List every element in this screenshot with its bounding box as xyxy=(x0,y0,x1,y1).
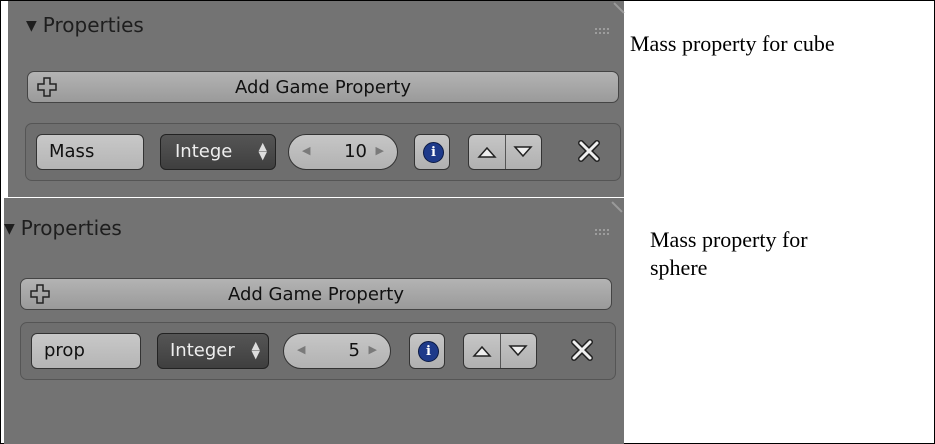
property-name-field[interactable]: prop xyxy=(31,333,141,369)
move-up-icon[interactable] xyxy=(472,344,492,358)
remove-property-icon[interactable] xyxy=(576,138,602,164)
game-property-row: prop Integer ▲ ▼ ◀ 5 ▶ i xyxy=(20,322,616,380)
remove-property-icon[interactable] xyxy=(569,337,595,363)
annotation-cube: Mass property for cube xyxy=(630,31,835,56)
property-value: 5 xyxy=(348,340,360,361)
debug-info-button[interactable]: i xyxy=(409,333,445,369)
add-game-property-button[interactable]: Add Game Property xyxy=(27,71,619,103)
info-icon: i xyxy=(418,341,439,362)
debug-info-button[interactable]: i xyxy=(414,134,450,170)
annotation-sphere: Mass property for sphere xyxy=(650,226,808,282)
decrement-arrow-icon[interactable]: ◀ xyxy=(297,343,305,356)
add-game-property-label: Add Game Property xyxy=(227,284,405,305)
move-down-icon[interactable] xyxy=(513,145,533,159)
decrement-arrow-icon[interactable]: ◀ xyxy=(302,144,310,157)
move-up-icon[interactable] xyxy=(477,145,497,159)
game-property-row: Mass Intege ▲ ▼ ◀ 10 ▶ i xyxy=(25,123,621,181)
panel-corner-icon[interactable] xyxy=(611,201,623,213)
property-name-field[interactable]: Mass xyxy=(36,134,144,170)
panel-title: Properties xyxy=(20,216,122,240)
add-game-property-label: Add Game Property xyxy=(234,77,412,98)
move-down-icon[interactable] xyxy=(508,344,528,358)
annotation-sphere-line1: Mass property for xyxy=(650,227,808,252)
property-value-field[interactable]: ◀ 5 ▶ xyxy=(283,333,391,369)
collapse-triangle-icon[interactable]: ▼ xyxy=(26,18,37,34)
property-type-value: Intege xyxy=(175,141,233,162)
move-property-buttons xyxy=(468,134,542,170)
move-property-buttons xyxy=(463,333,537,369)
collapse-triangle-icon[interactable]: ▼ xyxy=(4,221,15,237)
drag-grip-icon[interactable] xyxy=(594,228,610,236)
panel-header[interactable]: ▼ Properties xyxy=(4,216,122,240)
increment-arrow-icon[interactable]: ▶ xyxy=(369,343,377,356)
drag-grip-icon[interactable] xyxy=(594,27,610,35)
panel-title: Properties xyxy=(42,13,144,37)
property-type-value: Integer xyxy=(170,340,235,361)
annotation-sphere-line2: sphere xyxy=(650,255,708,280)
increment-arrow-icon[interactable]: ▶ xyxy=(376,144,384,157)
panel-corner-icon[interactable] xyxy=(613,2,625,14)
select-updown-icon: ▲ ▼ xyxy=(251,339,260,361)
property-type-select[interactable]: Integer ▲ ▼ xyxy=(157,333,269,369)
property-value-field[interactable]: ◀ 10 ▶ xyxy=(288,134,398,170)
panel-header[interactable]: ▼ Properties xyxy=(26,13,144,37)
info-icon: i xyxy=(423,142,444,163)
property-value: 10 xyxy=(344,141,367,162)
properties-panel-cube: ▼ Properties Add Game Property Mass Integ… xyxy=(8,1,625,197)
properties-panel-sphere: ▼ Properties Add Game Property prop Integ… xyxy=(4,198,624,444)
add-game-property-button[interactable]: Add Game Property xyxy=(20,278,612,310)
property-type-select[interactable]: Intege ▲ ▼ xyxy=(160,134,276,170)
select-updown-icon: ▲ ▼ xyxy=(258,140,267,162)
